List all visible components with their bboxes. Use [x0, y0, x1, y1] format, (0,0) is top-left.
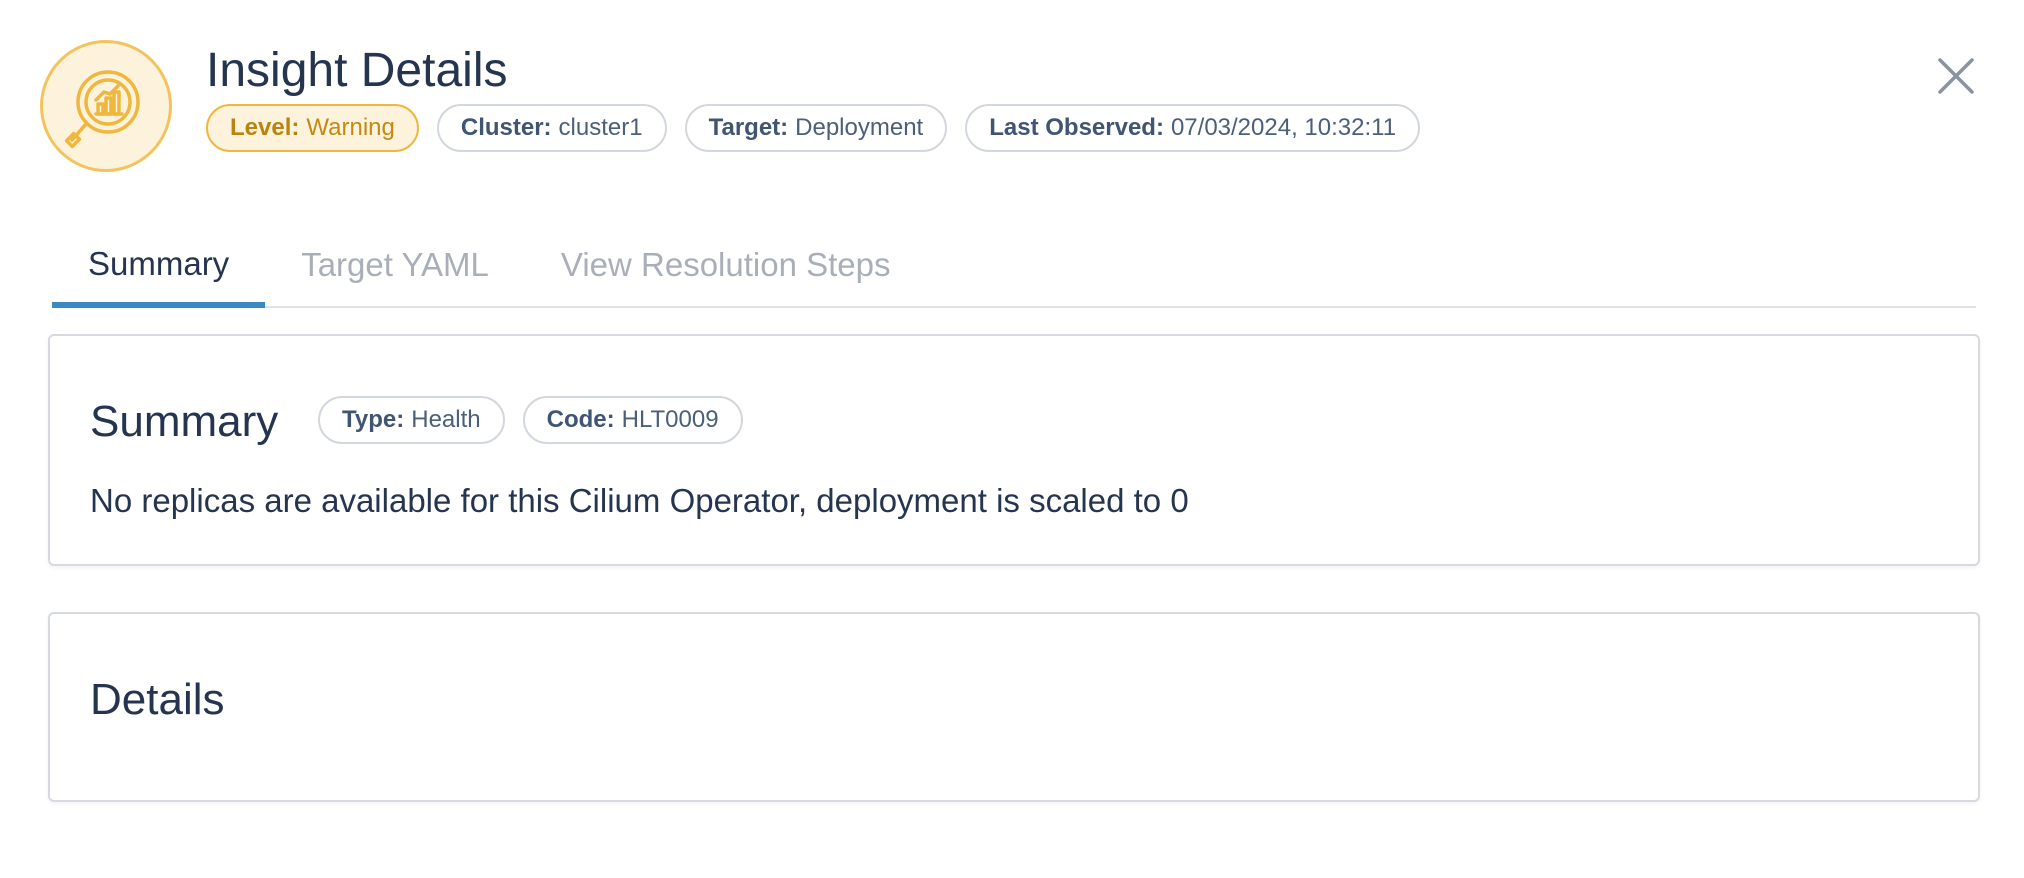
tab-target-yaml[interactable]: Target YAML — [265, 226, 525, 304]
last-observed-badge-key: Last Observed: — [989, 114, 1164, 141]
summary-card-title: Summary — [90, 397, 279, 446]
target-badge: Target: Deployment — [684, 104, 948, 152]
last-observed-badge: Last Observed: 07/03/2024, 10:32:11 — [965, 104, 1421, 152]
close-button[interactable] — [1932, 52, 1980, 100]
page-title: Insight Details — [206, 44, 508, 97]
target-badge-value: Deployment — [795, 114, 924, 141]
tab-summary[interactable]: Summary — [52, 226, 266, 308]
type-badge-value: Health — [411, 406, 481, 433]
code-badge: Code: HLT0009 — [522, 396, 743, 444]
close-icon — [1938, 58, 1974, 94]
level-badge: Level: Warning — [206, 104, 419, 152]
summary-badges: Type: Health Code: HLT0009 — [318, 396, 743, 444]
last-observed-badge-value: 07/03/2024, 10:32:11 — [1170, 114, 1397, 141]
code-badge-key: Code: — [546, 406, 615, 433]
summary-card: Summary Type: Health Code: HLT0009 No re… — [48, 334, 1980, 566]
details-card: Details — [48, 612, 1980, 802]
type-badge-key: Type: — [342, 406, 405, 433]
level-badge-key: Level: — [230, 114, 300, 141]
cluster-badge: Cluster: cluster1 — [436, 104, 667, 152]
code-badge-value: HLT0009 — [621, 406, 719, 433]
tab-bar: Summary Target YAML View Resolution Step… — [52, 226, 1976, 308]
level-badge-value: Warning — [306, 114, 395, 141]
header-badges: Level: Warning Cluster: cluster1 Target:… — [206, 104, 1421, 152]
details-card-title: Details — [90, 675, 225, 724]
type-badge: Type: Health — [318, 396, 505, 444]
insight-icon — [40, 40, 172, 172]
target-badge-key: Target: — [708, 114, 789, 141]
tab-view-resolution-steps[interactable]: View Resolution Steps — [525, 226, 927, 304]
summary-text: No replicas are available for this Ciliu… — [90, 482, 1189, 519]
cluster-badge-value: cluster1 — [558, 114, 643, 141]
cluster-badge-key: Cluster: — [460, 114, 552, 141]
